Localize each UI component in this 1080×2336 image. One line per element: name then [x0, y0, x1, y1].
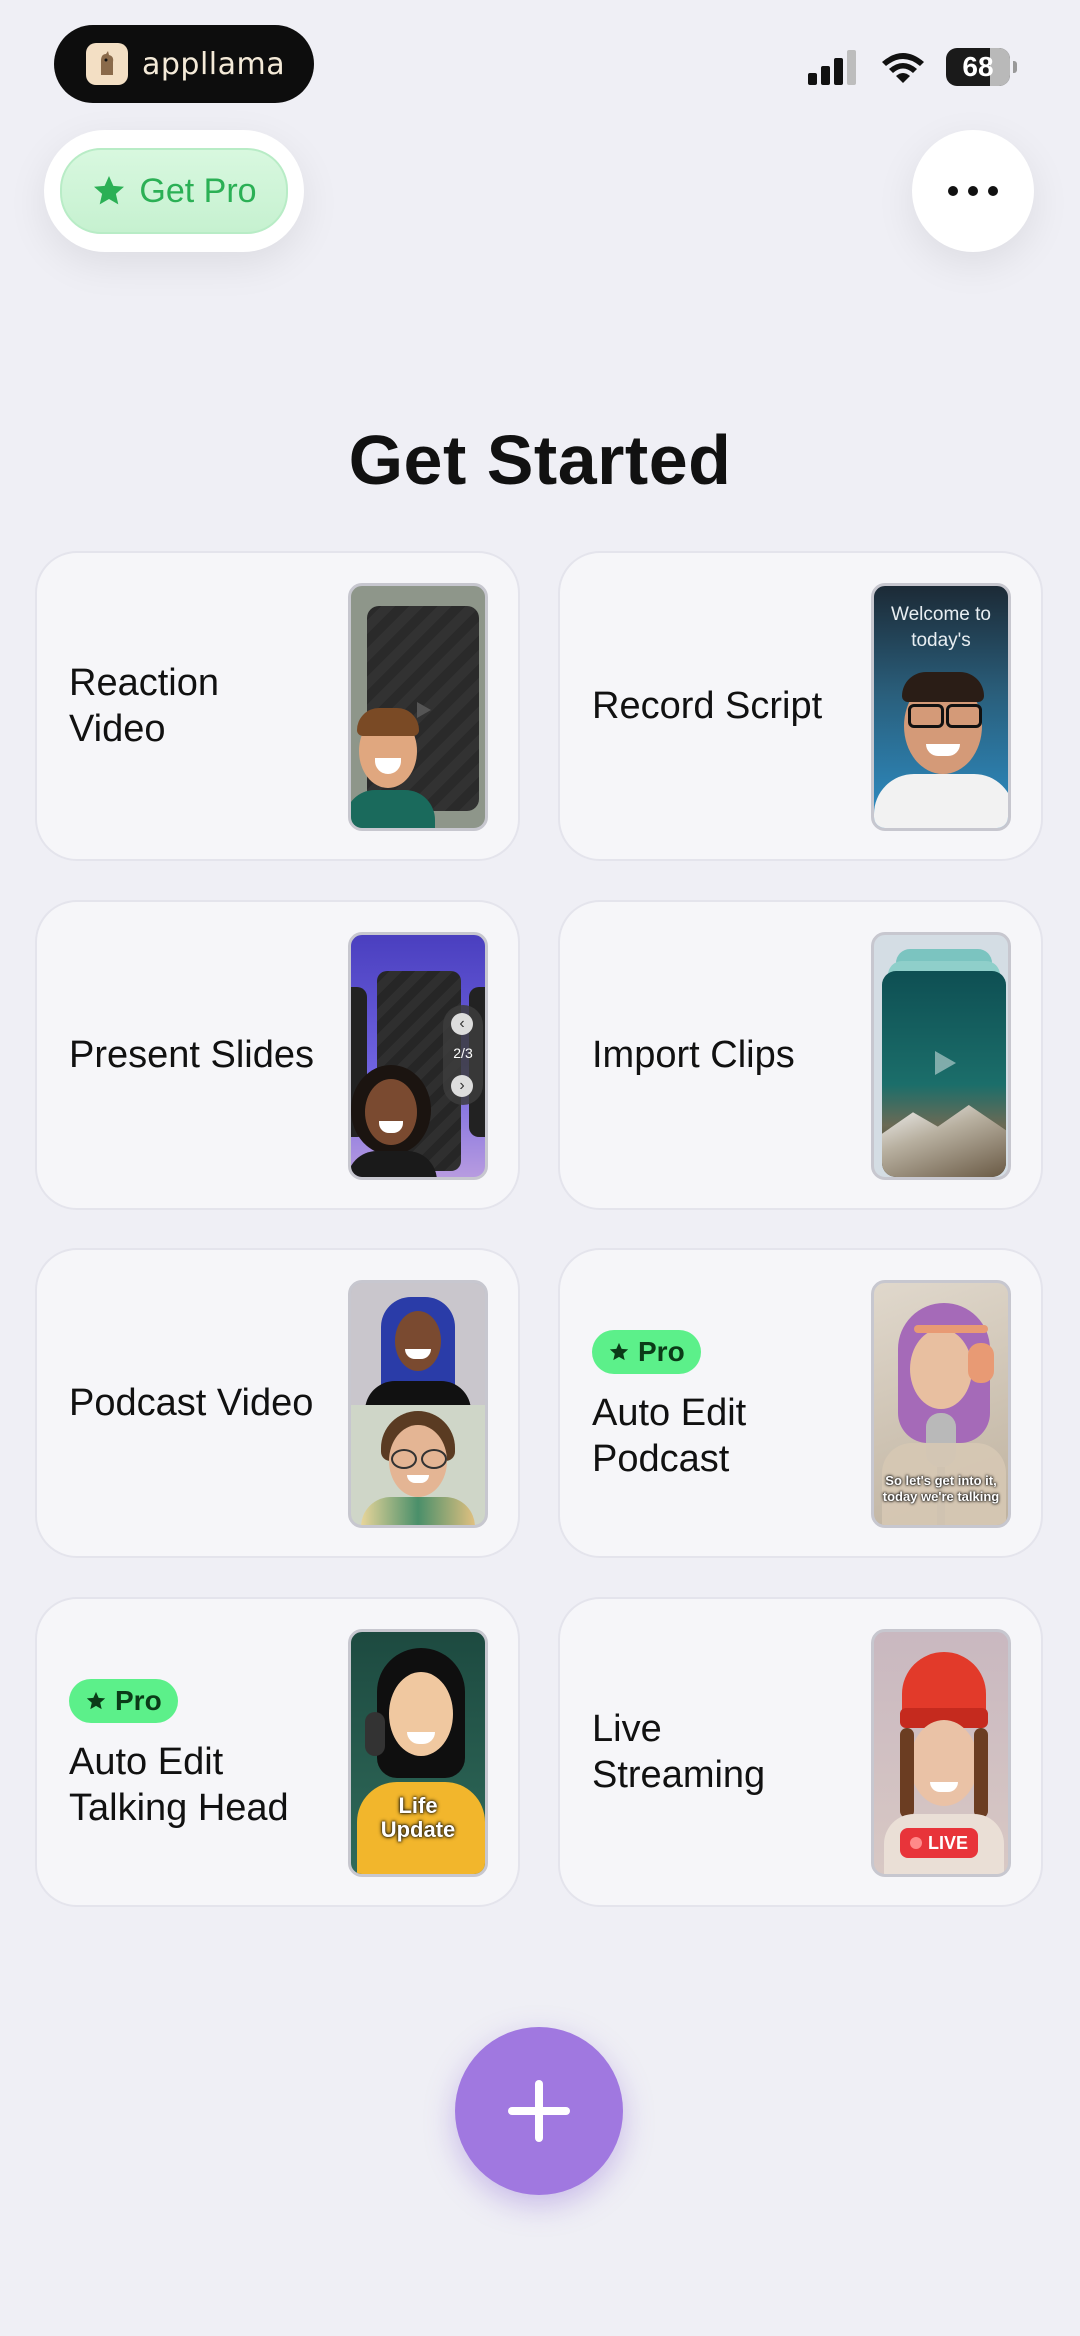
- record-dot-icon: [910, 1837, 922, 1849]
- podcast-video-thumbnail: [348, 1280, 488, 1528]
- caption-text: Life Update: [380, 1793, 456, 1842]
- caption-text: So let's get into it, today we're talkin…: [882, 1473, 1000, 1504]
- chevron-up-icon: ‹: [451, 1013, 473, 1035]
- auto-edit-podcast-thumbnail: So let's get into it, today we're talkin…: [871, 1280, 1011, 1528]
- auto-edit-talking-head-card[interactable]: Pro Auto Edit Talking Head Life Update: [35, 1597, 520, 1907]
- more-dot-icon: [948, 186, 958, 196]
- battery-level: 68: [962, 51, 994, 82]
- battery-icon: 68: [946, 48, 1017, 86]
- get-pro-label: Get Pro: [139, 171, 257, 210]
- more-dot-icon: [968, 186, 978, 196]
- pro-badge-label: Pro: [638, 1336, 685, 1367]
- podcast-video-card[interactable]: Podcast Video: [35, 1248, 520, 1558]
- star-icon: [609, 1342, 629, 1361]
- star-icon: [86, 1691, 106, 1710]
- record-script-thumbnail: Welcome to today's: [871, 583, 1011, 831]
- llama-logo-icon: [86, 43, 128, 85]
- person-image: [351, 1283, 485, 1405]
- slide-counter: 2/3: [453, 1045, 473, 1061]
- record-script-card[interactable]: Record Script Welcome to today's: [558, 551, 1043, 861]
- person-image: [351, 1065, 437, 1177]
- page-title: Get Started: [348, 421, 732, 499]
- get-pro-button[interactable]: Get Pro: [60, 148, 288, 234]
- card-label: Record Script: [592, 685, 823, 727]
- import-clips-thumbnail: [871, 932, 1011, 1180]
- more-options-button[interactable]: [912, 130, 1034, 252]
- teleprompter-text: Welcome to today's: [891, 604, 991, 651]
- person-image: [351, 1405, 485, 1525]
- card-label: Reaction Video: [69, 662, 219, 750]
- cellular-signal-icon: [808, 50, 856, 85]
- live-badge-label: LIVE: [928, 1832, 969, 1853]
- star-icon: [94, 176, 125, 205]
- chevron-down-icon: ›: [451, 1075, 473, 1097]
- present-slides-thumbnail: ‹ 2/3 ›: [348, 932, 488, 1180]
- play-icon: [935, 1051, 956, 1075]
- brand-name: appllama: [142, 46, 286, 82]
- live-streaming-card[interactable]: Live Streaming LIVE: [558, 1597, 1043, 1907]
- status-icons: 68: [808, 48, 1017, 86]
- card-label: Present Slides: [69, 1034, 315, 1076]
- more-dot-icon: [988, 186, 998, 196]
- slide-navigator: ‹ 2/3 ›: [443, 1005, 483, 1105]
- wifi-icon: [882, 53, 924, 83]
- card-label: Podcast Video: [69, 1382, 314, 1424]
- card-label: Auto Edit Podcast: [592, 1392, 747, 1480]
- import-clips-card[interactable]: Import Clips: [558, 900, 1043, 1210]
- get-pro-container: Get Pro: [44, 130, 304, 252]
- reaction-video-card[interactable]: Reaction Video: [35, 551, 520, 861]
- card-label: Auto Edit Talking Head: [69, 1741, 289, 1829]
- app-brand-pill: appllama: [54, 25, 314, 103]
- present-slides-card[interactable]: Present Slides ‹ 2/3 ›: [35, 900, 520, 1210]
- card-label: Import Clips: [592, 1034, 795, 1076]
- person-image: [351, 706, 435, 828]
- pro-badge-label: Pro: [115, 1685, 162, 1716]
- plus-icon: [508, 2080, 570, 2142]
- card-label: Live Streaming: [592, 1708, 766, 1796]
- pro-badge: Pro: [69, 1679, 178, 1723]
- auto-edit-talking-head-thumbnail: Life Update: [348, 1629, 488, 1877]
- pro-badge: Pro: [592, 1330, 701, 1374]
- reaction-video-thumbnail: [348, 583, 488, 831]
- live-badge: LIVE: [900, 1828, 979, 1858]
- add-button[interactable]: [455, 2027, 623, 2195]
- auto-edit-podcast-card[interactable]: Pro Auto Edit Podcast So let's get into …: [558, 1248, 1043, 1558]
- live-streaming-thumbnail: LIVE: [871, 1629, 1011, 1877]
